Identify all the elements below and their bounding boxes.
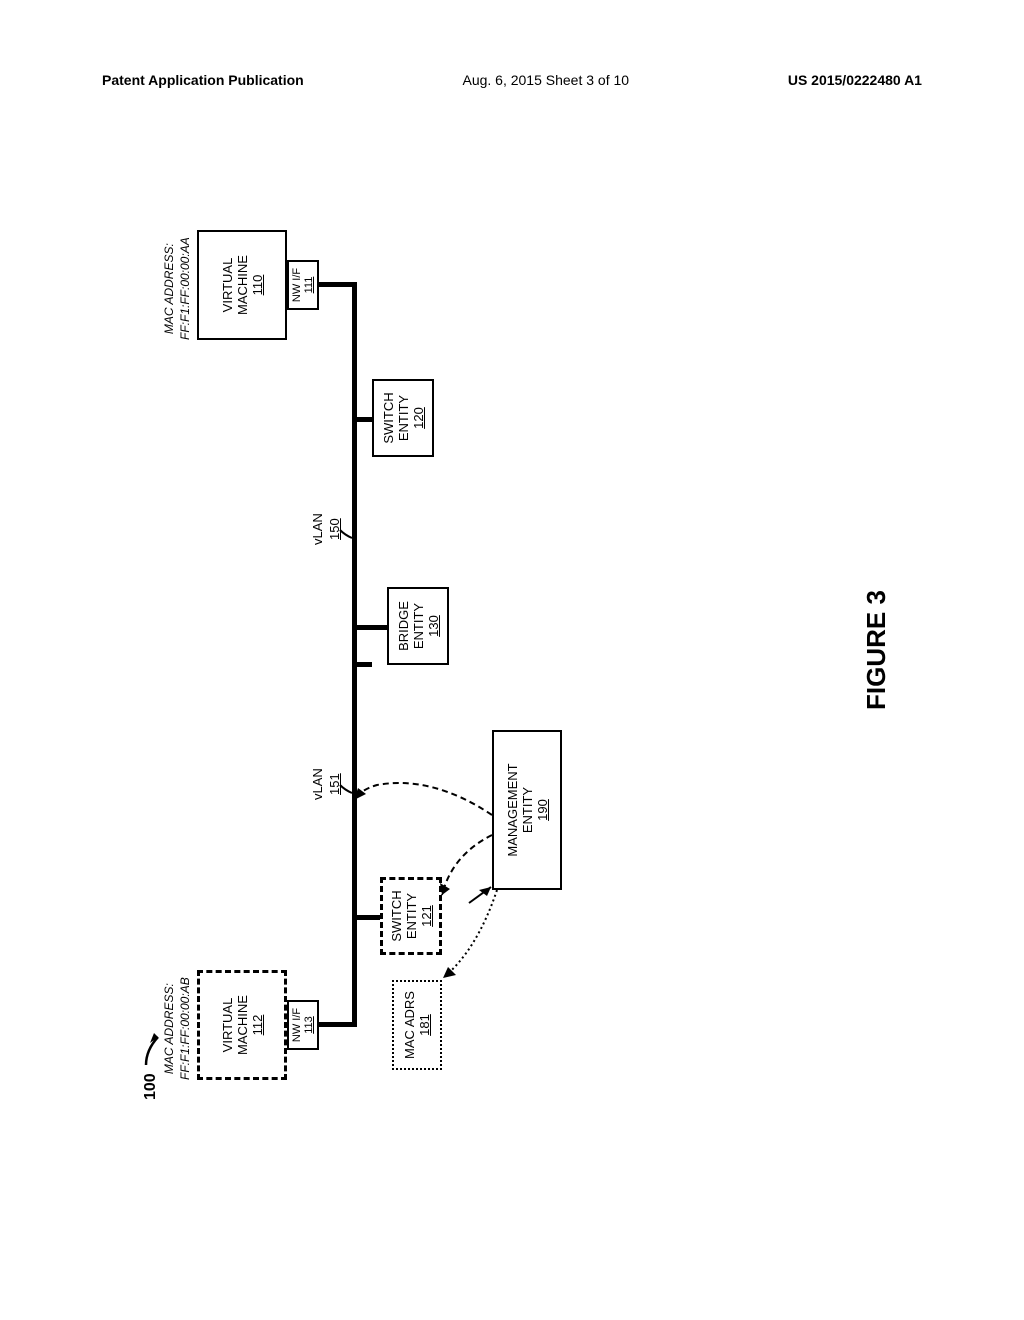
page-header: Patent Application Publication Aug. 6, 2… <box>0 72 1024 88</box>
ref-number-100: 100 <box>142 1073 160 1100</box>
nwif-left: NW I/F 113 <box>287 1000 319 1050</box>
header-left: Patent Application Publication <box>102 72 304 88</box>
line-left-down <box>319 1022 354 1027</box>
solid-arrow-icon <box>467 875 497 905</box>
bridge-line-2 <box>352 625 388 630</box>
nwif-right: NW I/F 111 <box>287 260 319 310</box>
vlan-right-label: vLAN 150 <box>310 513 344 545</box>
line-right-down <box>319 282 354 287</box>
header-center: Aug. 6, 2015 Sheet 3 of 10 <box>462 72 629 88</box>
vlan-left-label: vLAN 151 <box>310 768 344 800</box>
virtual-machine-left: VIRTUAL MACHINE 112 <box>197 970 287 1080</box>
management-entity: MANAGEMENT ENTITY 190 <box>492 730 562 890</box>
bridge-entity: BRIDGE ENTITY 130 <box>387 587 449 665</box>
figure-caption: FIGURE 3 <box>861 590 892 710</box>
bridge-line-1 <box>352 662 372 667</box>
virtual-machine-right: VIRTUAL MACHINE 110 <box>197 230 287 340</box>
vlan-right-pointer-icon <box>340 520 355 540</box>
mac-address-right-label: MAC ADDRESS: FF:F1:FF:00:00:AA <box>162 237 193 340</box>
switch-right-line <box>352 417 372 422</box>
switch-entity-right: SWITCH ENTITY 120 <box>372 379 434 457</box>
rotated-diagram: 100 MAC ADDRESS: FF:F1:FF:00:00:AB VIRTU… <box>162 200 862 1100</box>
header-right: US 2015/0222480 A1 <box>788 72 922 88</box>
diagram-container: 100 MAC ADDRESS: FF:F1:FF:00:00:AB VIRTU… <box>50 150 974 1150</box>
ref-arrow-icon <box>144 1030 164 1065</box>
mac-address-left-label: MAC ADDRESS: FF:F1:FF:00:00:AB <box>162 977 193 1080</box>
